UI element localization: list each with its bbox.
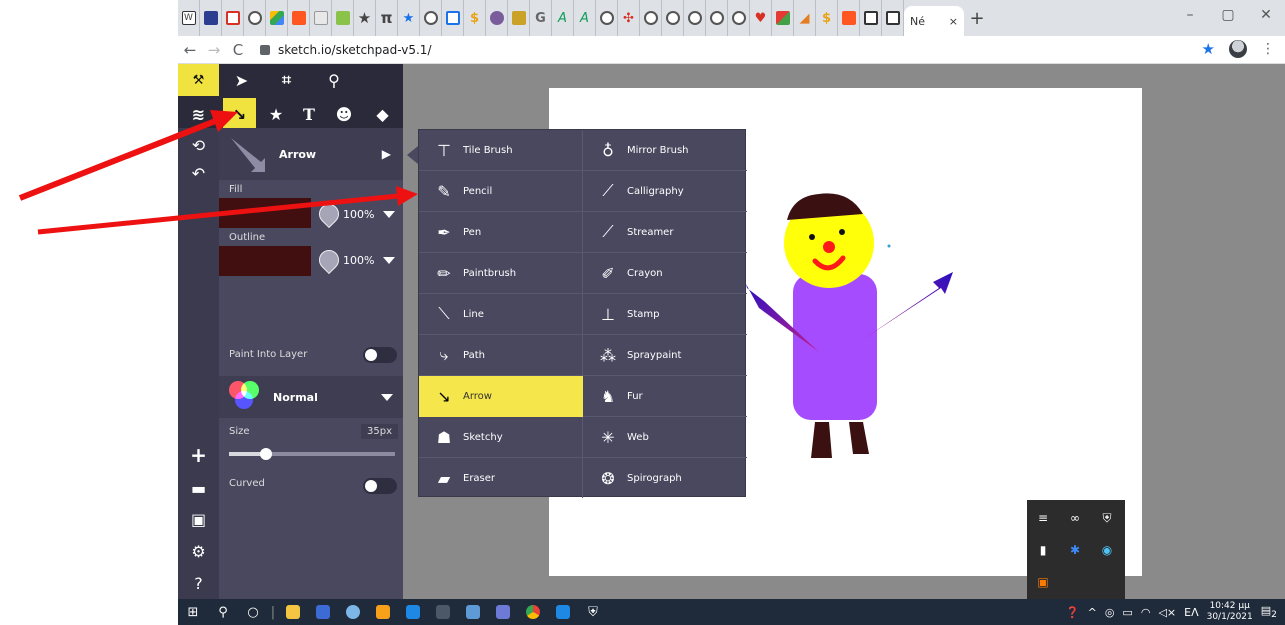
brush-paintbrush[interactable]: ✏ Paintbrush (419, 253, 583, 294)
brush-spirograph[interactable]: ❂ Spirograph (583, 458, 747, 499)
camera-icon[interactable]: ◎ (1105, 606, 1115, 619)
spraypaint-icon: ⁂ (600, 345, 616, 365)
path-icon: ⤷ (439, 345, 449, 364)
web-icon: ✳ (601, 427, 615, 447)
taskbar: ⊞ ⚲ ○ | ⛨ ❓ ^ ◎ ▭ ◠ ◁× ΕΛ 10:42 μμ 30/1/… (178, 599, 1285, 625)
brush-line[interactable]: ⟍ Line (419, 294, 583, 335)
system-tray: ❓ ^ ◎ ▭ ◠ ◁× ΕΛ 10:42 μμ 30/1/2021 ▤2 (1066, 599, 1285, 625)
brush-path[interactable]: ⤷ Path (419, 335, 583, 376)
annotation-arrow-1 (18, 110, 238, 201)
wifi-icon[interactable]: ◠ (1141, 606, 1151, 619)
calligraphy-icon: ⟋ (602, 181, 614, 200)
defender-shield-icon[interactable]: ⛨ (578, 599, 608, 625)
tile-brush-icon: ⊤ (437, 140, 451, 160)
tray-overflow-popup: ≡ ∞ ⛨ ▮ ✱ ◉ ▣ (1027, 500, 1125, 599)
chrome-icon[interactable] (518, 599, 548, 625)
microphone-icon[interactable]: ▮ (1031, 538, 1055, 562)
file-explorer-icon[interactable] (278, 599, 308, 625)
network-monitor-icon[interactable]: ≡ (1031, 506, 1055, 530)
sync-icon[interactable]: ◉ (1095, 538, 1119, 562)
chevron-up-icon[interactable]: ^ (1088, 606, 1097, 619)
search-icon[interactable]: ⚲ (208, 599, 238, 625)
brush-spraypaint[interactable]: ⁂ Spraypaint (583, 335, 747, 376)
volume-icon[interactable]: ◁× (1158, 606, 1176, 619)
annotation-arrow-2 (37, 186, 418, 235)
notification-count: 2 (1271, 609, 1277, 621)
app-tray-icon[interactable]: ▣ (1031, 570, 1055, 594)
clock-date: 30/1/2021 (1206, 612, 1253, 622)
calculator-icon[interactable] (428, 599, 458, 625)
paintbrush-icon: ✏ (437, 263, 451, 283)
brush-eraser[interactable]: ▰ Eraser (419, 458, 583, 499)
streamer-icon: ⟋ (602, 222, 614, 241)
cortana-icon[interactable]: ○ (238, 599, 268, 625)
fur-bear-icon: ♞ (600, 386, 616, 406)
package-app-icon[interactable] (368, 599, 398, 625)
brush-sketchy[interactable]: ☗ Sketchy (419, 417, 583, 458)
brush-calligraphy[interactable]: ⟋ Calligraphy (583, 171, 747, 212)
brush-streamer[interactable]: ⟋ Streamer (583, 212, 747, 253)
brush-crayon[interactable]: ✐ Crayon (583, 253, 747, 294)
line-icon: ⟍ (438, 304, 450, 323)
mail-icon[interactable] (548, 599, 578, 625)
language-indicator[interactable]: ΕΛ (1184, 606, 1198, 619)
screen: W ★ π ★ $ G A A ✣ ♥ ◢ $ Né × + – ▢ ✕ ← →… (0, 0, 1285, 625)
clock-time: 10:42 μμ (1209, 601, 1250, 611)
taskbar-divider: | (270, 604, 276, 620)
brush-menu: ⊤ Tile Brush ✎ Pencil ✒ Pen ✏ Paintbrush ⟍ Li… (418, 129, 747, 499)
store-icon[interactable] (308, 599, 338, 625)
clock[interactable]: 10:42 μμ 30/1/2021 (1207, 601, 1253, 623)
eraser-icon: ▰ (437, 469, 451, 488)
windows-start-icon[interactable]: ⊞ (178, 599, 208, 625)
sketchy-ghost-icon: ☗ (436, 427, 452, 447)
brush-fur[interactable]: ♞ Fur (583, 376, 747, 417)
notes-app-icon[interactable] (458, 599, 488, 625)
crayon-icon: ✐ (601, 263, 615, 283)
brush-mirror[interactable]: ♁ Mirror Brush (583, 130, 747, 171)
spirograph-icon: ❂ (601, 469, 615, 488)
brush-pen[interactable]: ✒ Pen (419, 212, 583, 253)
battery-icon[interactable]: ▭ (1122, 606, 1132, 619)
bluetooth-icon[interactable]: ✱ (1063, 538, 1087, 562)
brush-web[interactable]: ✳ Web (583, 417, 747, 458)
notifications-icon[interactable]: ▤2 (1261, 604, 1277, 620)
brush-arrow[interactable]: ↘ Arrow (419, 376, 583, 417)
brush-stamp[interactable]: ⊥ Stamp (583, 294, 747, 335)
pencil-icon: ✎ (437, 181, 451, 201)
brush-tile[interactable]: ⊤ Tile Brush (419, 130, 583, 171)
teams-app-icon[interactable] (488, 599, 518, 625)
pen-icon: ✒ (437, 222, 451, 242)
mirror-brush-icon: ♁ (602, 140, 614, 160)
brush-pencil[interactable]: ✎ Pencil (419, 171, 583, 212)
security-shield-icon[interactable]: ⛨ (1095, 506, 1119, 530)
arrow-icon: ↘ (437, 387, 451, 406)
dropdown-pointer (407, 146, 418, 164)
link-icon[interactable]: ∞ (1063, 506, 1087, 530)
paint-app-icon[interactable] (338, 599, 368, 625)
stamp-icon: ⊥ (601, 304, 615, 324)
blue-app-icon[interactable] (398, 599, 428, 625)
help-tray-icon[interactable]: ❓ (1066, 606, 1080, 619)
